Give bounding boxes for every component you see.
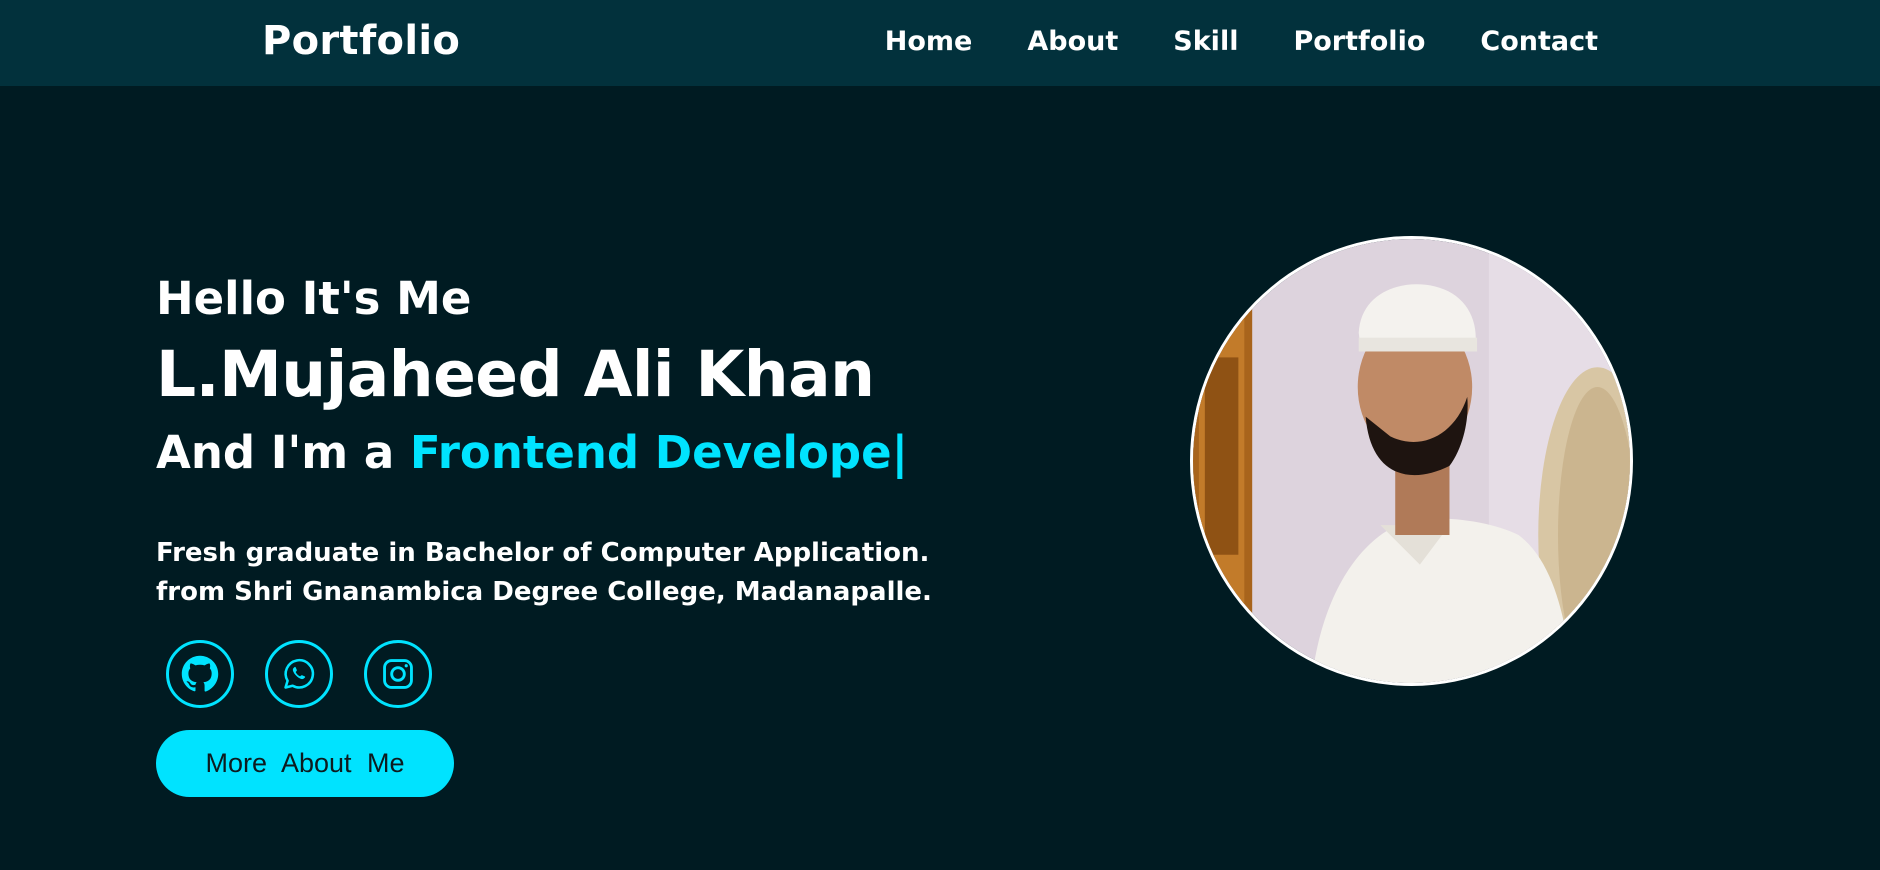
typing-caret: | xyxy=(891,426,909,479)
bio-line-1: Fresh graduate in Bachelor of Computer A… xyxy=(156,538,930,568)
github-icon xyxy=(181,655,219,692)
hero-role: And I'm a Frontend Develope| xyxy=(156,426,908,479)
profile-photo-image xyxy=(1193,239,1630,683)
nav-link-contact[interactable]: Contact xyxy=(1480,26,1598,57)
nav-link-skill[interactable]: Skill xyxy=(1173,26,1238,57)
site-logo[interactable]: Portfolio xyxy=(262,18,460,64)
nav-link-about[interactable]: About xyxy=(1027,26,1118,57)
nav-links: Home About Skill Portfolio Contact xyxy=(885,26,1598,57)
nav-link-home[interactable]: Home xyxy=(885,26,973,57)
hero-bio: Fresh graduate in Bachelor of Computer A… xyxy=(156,534,932,612)
hero-greeting: Hello It's Me xyxy=(156,272,472,325)
role-prefix: And I'm a xyxy=(156,426,410,479)
navbar: Portfolio Home About Skill Portfolio Con… xyxy=(0,0,1880,86)
more-about-me-button[interactable]: More About Me xyxy=(156,730,454,797)
role-typed-text: Frontend Develope xyxy=(409,426,892,479)
github-link[interactable] xyxy=(166,640,234,708)
whatsapp-icon xyxy=(284,659,315,689)
whatsapp-link[interactable] xyxy=(265,640,333,708)
social-links xyxy=(166,640,432,708)
instagram-link[interactable] xyxy=(364,640,432,708)
profile-photo xyxy=(1190,236,1633,686)
bio-line-2: from Shri Gnanambica Degree College, Mad… xyxy=(156,577,932,607)
nav-link-portfolio[interactable]: Portfolio xyxy=(1293,26,1425,57)
hero-name: L.Mujaheed Ali Khan xyxy=(156,338,875,411)
instagram-icon xyxy=(383,659,413,689)
